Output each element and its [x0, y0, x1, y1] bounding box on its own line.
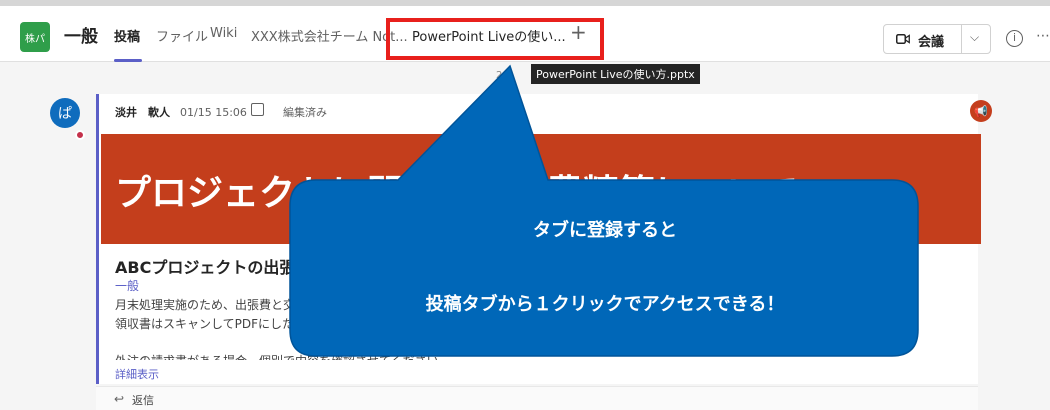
reply-row[interactable]: ↩ 返信	[96, 386, 978, 410]
tab-tooltip: PowerPoint Liveの使い方.pptx	[531, 64, 700, 84]
active-tab-indicator	[114, 59, 142, 62]
post-body-line: 月末処理実施のため、出張費と交	[115, 298, 296, 312]
post-body-line: 外注の請求書がある場合、個別で内容を確認させてください	[115, 352, 439, 360]
callout-text-line2: 投稿タブから１クリックでアクセスできる！	[425, 294, 785, 315]
tab-files[interactable]: ファイル	[156, 26, 208, 45]
tab-powerpoint-live[interactable]: PowerPoint Liveの使い...	[412, 26, 566, 45]
meet-button[interactable]: 会議 ⌵	[883, 24, 991, 54]
tab-wiki[interactable]: Wiki	[210, 26, 237, 41]
reply-arrow-icon: ↩	[114, 392, 125, 406]
chevron-down-icon[interactable]: ⌵	[970, 30, 979, 45]
edited-label: 編集済み	[283, 106, 327, 119]
date-separator: 20	[496, 70, 509, 81]
channel-name: 一般	[64, 27, 98, 47]
info-icon[interactable]: i	[1006, 30, 1023, 47]
more-options-icon[interactable]: ⋯	[1036, 28, 1050, 44]
post-channel-tag[interactable]: 一般	[115, 277, 139, 294]
copy-link-icon[interactable]	[251, 103, 264, 116]
add-tab-icon[interactable]: +	[570, 22, 587, 42]
meet-label: 会議	[918, 35, 945, 50]
user-avatar[interactable]: ぱ	[50, 98, 80, 128]
tab-posts[interactable]: 投稿	[114, 26, 140, 45]
channel-header: 株パ 一般 投稿 ファイル Wiki XXX株式会社チーム Not... Pow…	[0, 6, 1050, 62]
meet-button-divider	[961, 25, 962, 53]
team-avatar[interactable]: 株パ	[20, 22, 50, 52]
video-camera-icon	[896, 34, 910, 44]
post-author[interactable]: 淡井 軟人	[115, 106, 170, 119]
announcement-megaphone-icon: 📢	[970, 100, 992, 122]
reply-label: 返信	[132, 394, 154, 407]
post-meta: 淡井 軟人 01/15 15:06	[115, 104, 247, 120]
callout-text-line1: タブに登録すると	[533, 220, 677, 241]
post-timestamp: 01/15 15:06	[180, 106, 247, 119]
tab-team-notebook[interactable]: XXX株式会社チーム Not...	[251, 26, 408, 45]
post-title: ABCプロジェクトの出張費と交通費	[115, 258, 376, 277]
banner-headline: プロジェクトに関連する経費精算について	[115, 173, 798, 214]
presence-busy-icon	[75, 130, 85, 140]
post-body-line: 領収書はスキャンしてPDFにした上	[115, 317, 307, 331]
show-more-link[interactable]: 詳細表示	[115, 366, 159, 382]
